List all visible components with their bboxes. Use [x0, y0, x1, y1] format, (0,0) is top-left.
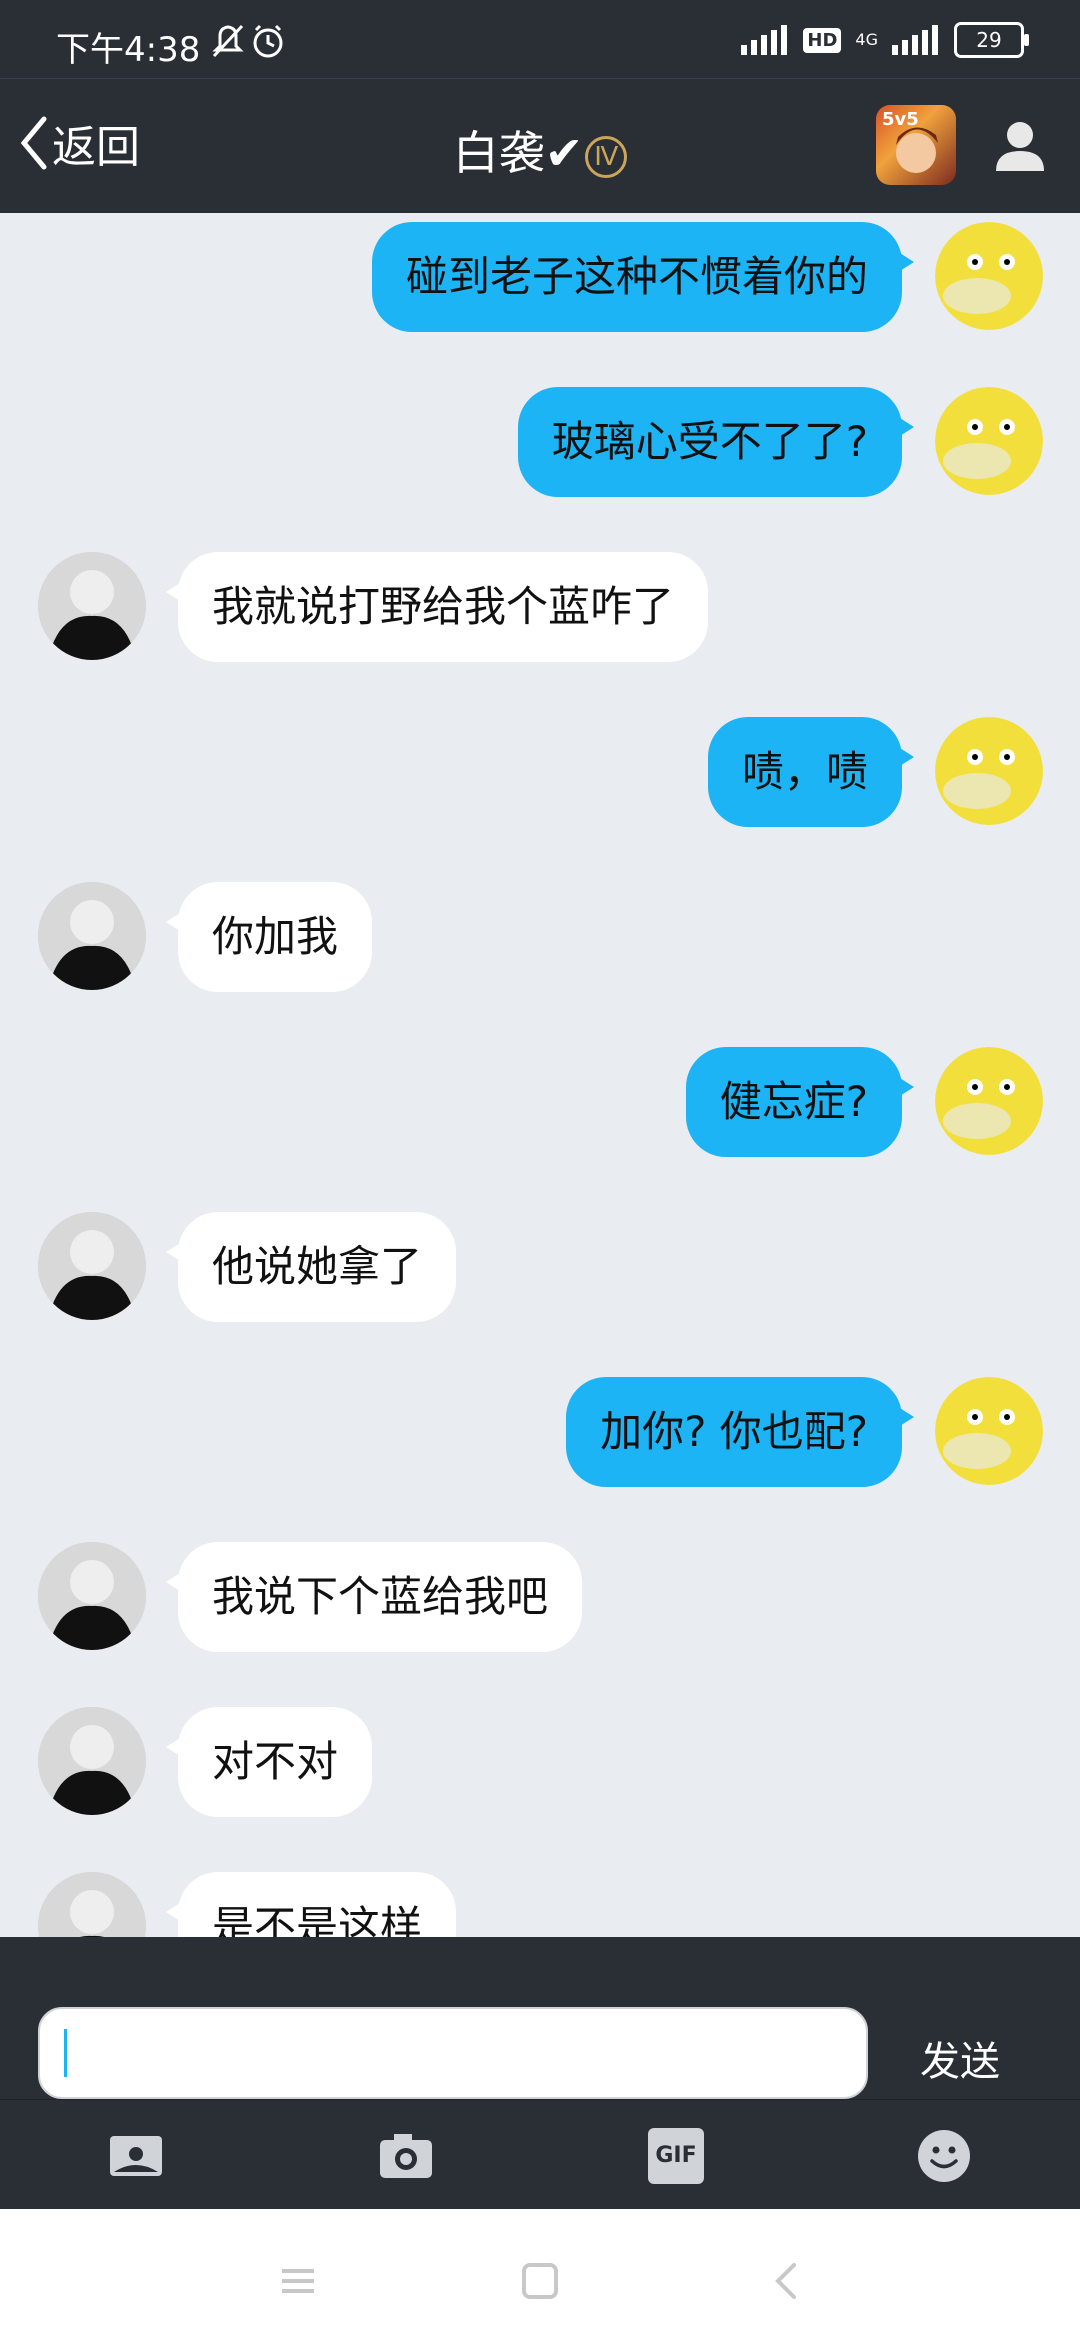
message-row-incoming: 你加我	[0, 882, 1080, 992]
system-nav-bar	[0, 2209, 1080, 2340]
contact-avatar-image	[38, 882, 146, 990]
message-row-outgoing: 玻璃心受不了了?	[0, 387, 1080, 497]
contact-avatar-image	[38, 1212, 146, 1320]
chat-header: 返回 白袭✔ Ⅳ 5v5	[0, 78, 1080, 213]
outgoing-bubble[interactable]: 健忘症?	[685, 1047, 915, 1157]
status-time: 下午4:38	[56, 30, 201, 70]
text-caret	[64, 2029, 67, 2077]
self-avatar[interactable]	[935, 222, 1043, 330]
network-type: 4G	[855, 30, 878, 49]
message-row-incoming: 对不对	[0, 1707, 1080, 1817]
emoji-icon[interactable]	[916, 2128, 972, 2184]
contact-avatar[interactable]	[38, 1872, 146, 1937]
contact-avatar-image	[38, 552, 146, 660]
duck-avatar-icon	[935, 1047, 1043, 1155]
incoming-bubble[interactable]: 你加我	[165, 882, 373, 992]
self-avatar[interactable]	[935, 387, 1043, 495]
incoming-bubble[interactable]: 我就说打野给我个蓝咋了	[165, 552, 709, 662]
mute-bell-icon	[212, 24, 283, 58]
self-avatar[interactable]	[935, 717, 1043, 825]
contact-avatar-image	[38, 1707, 146, 1815]
outgoing-bubble[interactable]: 加你? 你也配?	[566, 1377, 914, 1487]
outgoing-bubble[interactable]: 碰到老子这种不惯着你的	[371, 222, 915, 332]
self-avatar[interactable]	[935, 1047, 1043, 1155]
send-button[interactable]: 发送	[920, 2029, 1000, 2087]
status-bar: 下午4:38 HD 4G 29	[0, 0, 1080, 78]
message-input[interactable]	[38, 2007, 868, 2099]
rank-badge: Ⅳ	[585, 135, 628, 178]
chat-title: 白袭✔	[452, 126, 584, 180]
signal-icon	[741, 25, 788, 55]
attachment-toolbar: GIF	[0, 2099, 1080, 2210]
camera-icon[interactable]	[378, 2128, 434, 2184]
message-row-incoming: 我就说打野给我个蓝咋了	[0, 552, 1080, 662]
menu-icon[interactable]	[276, 2259, 320, 2303]
contact-avatar[interactable]	[38, 1707, 146, 1815]
self-avatar[interactable]	[935, 1377, 1043, 1485]
gif-icon[interactable]: GIF	[648, 2128, 704, 2184]
message-row-incoming: 是不是这样	[0, 1872, 1080, 1937]
outgoing-bubble[interactable]: 啧，啧	[707, 717, 915, 827]
message-row-incoming: 我说下个蓝给我吧	[0, 1542, 1080, 1652]
contact-avatar-image	[38, 1872, 146, 1937]
duck-avatar-icon	[935, 717, 1043, 825]
game-app-icon[interactable]: 5v5	[876, 105, 956, 185]
signal-4g-icon	[892, 25, 938, 55]
back-nav-icon[interactable]	[764, 2259, 808, 2303]
home-icon[interactable]	[518, 2259, 562, 2303]
message-list[interactable]: 碰到老子这种不惯着你的 玻璃心受不了了? 我就说打野给我个蓝咋了 啧，啧 你加我…	[0, 212, 1080, 1937]
contact-avatar[interactable]	[38, 1212, 146, 1320]
message-row-incoming: 他说她拿了	[0, 1212, 1080, 1322]
outgoing-bubble[interactable]: 玻璃心受不了了?	[517, 387, 915, 497]
compose-bar: 发送	[0, 1937, 1080, 2099]
contact-avatar[interactable]	[38, 882, 146, 990]
message-row-outgoing: 健忘症?	[0, 1047, 1080, 1157]
image-icon[interactable]	[108, 2128, 164, 2184]
contact-avatar-image	[38, 1542, 146, 1650]
battery-indicator: 29	[954, 22, 1029, 58]
duck-avatar-icon	[935, 387, 1043, 495]
incoming-bubble[interactable]: 对不对	[165, 1707, 373, 1817]
duck-avatar-icon	[935, 1377, 1043, 1485]
hd-badge: HD	[803, 27, 842, 53]
message-row-outgoing: 碰到老子这种不惯着你的	[0, 222, 1080, 332]
message-row-outgoing: 啧，啧	[0, 717, 1080, 827]
duck-avatar-icon	[935, 222, 1043, 330]
message-row-outgoing: 加你? 你也配?	[0, 1377, 1080, 1487]
status-right-group: HD 4G 29	[741, 20, 1029, 60]
game-icon-label: 5v5	[882, 109, 919, 130]
contact-avatar[interactable]	[38, 1542, 146, 1650]
incoming-bubble[interactable]: 他说她拿了	[165, 1212, 457, 1322]
profile-icon[interactable]	[990, 115, 1050, 175]
incoming-bubble[interactable]: 是不是这样	[165, 1872, 457, 1937]
incoming-bubble[interactable]: 我说下个蓝给我吧	[165, 1542, 583, 1652]
contact-avatar[interactable]	[38, 552, 146, 660]
